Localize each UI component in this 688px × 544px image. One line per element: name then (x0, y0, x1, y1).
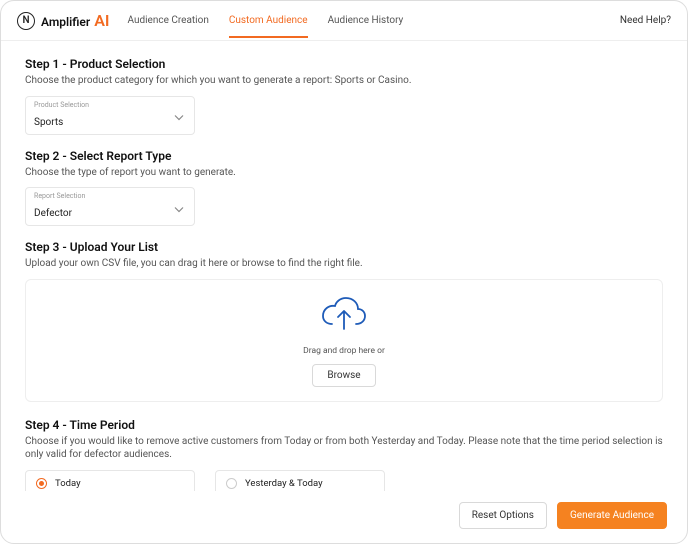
step4-title: Step 4 - Time Period (25, 418, 663, 432)
tab-custom-audience[interactable]: Custom Audience (229, 3, 308, 38)
step2-desc: Choose the type of report you want to ge… (25, 166, 663, 180)
generate-audience-button[interactable]: Generate Audience (557, 502, 667, 529)
tab-audience-creation[interactable]: Audience Creation (127, 3, 208, 38)
chevron-down-icon (174, 106, 184, 125)
main-content: Step 1 - Product Selection Choose the pr… (1, 41, 687, 491)
cloud-upload-icon (321, 296, 367, 338)
step1-desc: Choose the product category for which yo… (25, 74, 663, 88)
upload-dropzone[interactable]: Drag and drop here or Browse (25, 279, 663, 402)
help-link[interactable]: Need Help? (620, 15, 671, 26)
reset-options-button[interactable]: Reset Options (459, 502, 547, 529)
footer-actions: Reset Options Generate Audience (1, 491, 687, 543)
step1-title: Step 1 - Product Selection (25, 57, 663, 71)
radio-icon (226, 478, 237, 489)
brand-suffix: AI (94, 11, 109, 30)
brand-name: Amplifier AI (41, 11, 109, 30)
tab-audience-history[interactable]: Audience History (328, 3, 404, 38)
time-option-label: Yesterday & Today (245, 478, 323, 489)
step3-title: Step 3 - Upload Your List (25, 240, 663, 254)
report-selection-dropdown[interactable]: Report Selection Defector (25, 187, 195, 226)
time-option-label: Today (55, 478, 81, 489)
app-window: N Amplifier AI Audience Creation Custom … (0, 0, 688, 544)
brand-text: Amplifier (41, 15, 90, 29)
product-selection-label: Product Selection (34, 101, 186, 109)
nav-tabs: Audience Creation Custom Audience Audien… (127, 3, 403, 38)
upload-hint-text: Drag and drop here or (303, 346, 385, 356)
radio-icon (36, 478, 47, 489)
header-bar: N Amplifier AI Audience Creation Custom … (1, 1, 687, 41)
brand-logo: N Amplifier AI (17, 11, 109, 30)
step2-title: Step 2 - Select Report Type (25, 149, 663, 163)
product-selection-dropdown[interactable]: Product Selection Sports (25, 96, 195, 135)
time-period-options: Today Yesterday & Today (25, 470, 663, 492)
chevron-down-icon (174, 197, 184, 216)
step3-desc: Upload your own CSV file, you can drag i… (25, 257, 663, 271)
product-selection-value: Sports (34, 117, 63, 128)
time-option-yesterday-today[interactable]: Yesterday & Today (215, 470, 385, 492)
browse-button[interactable]: Browse (312, 364, 375, 387)
step4-desc: Choose if you would like to remove activ… (25, 435, 663, 462)
report-selection-value: Defector (34, 208, 72, 219)
time-option-today[interactable]: Today (25, 470, 195, 492)
report-selection-label: Report Selection (34, 192, 186, 200)
logo-mark-icon: N (17, 12, 35, 30)
